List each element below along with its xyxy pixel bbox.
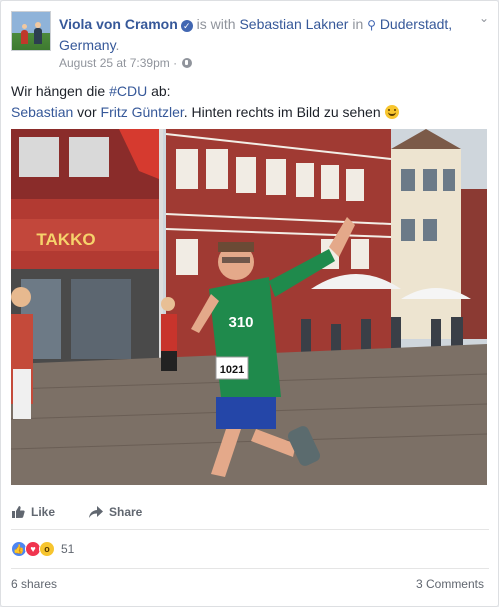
thumbs-up-icon [12, 506, 25, 518]
divider [11, 568, 489, 569]
in-text: in [352, 16, 364, 32]
headline-period: . [115, 37, 120, 53]
post-headline: Viola von Cramon ✓ is with Sebastian Lakn… [59, 14, 469, 55]
reactions-summary[interactable]: 👍 ♥ o 51 [11, 539, 74, 559]
like-button[interactable]: Like [11, 505, 55, 519]
text-suffix-2: . Hinten rechts im Bild zu sehen [183, 104, 385, 120]
verified-badge-icon: ✓ [180, 20, 193, 32]
share-arrow-icon [89, 506, 103, 518]
mention-link-2[interactable]: Fritz Güntzler [101, 104, 184, 120]
post-header: Viola von Cramon ✓ is with Sebastian Lakn… [11, 11, 489, 71]
comments-count-link[interactable]: 3 Comments [416, 577, 484, 591]
shop-sign: TAKKO [36, 230, 95, 249]
wow-reaction-icon: o [39, 541, 55, 557]
is-with-text: is with [196, 16, 236, 32]
post-text: Wir hängen die #CDU ab: Sebastian vor Fr… [11, 81, 489, 123]
post-card: Viola von Cramon ✓ is with Sebastian Lakn… [0, 0, 499, 607]
tagged-person-link[interactable]: Sebastian Lakner [239, 16, 348, 32]
mention-link-1[interactable]: Sebastian [11, 104, 73, 120]
smiley-emoji-icon [384, 105, 399, 119]
share-button[interactable]: Share [89, 505, 142, 519]
divider [11, 529, 489, 530]
post-text-line-1: Wir hängen die #CDU ab: [11, 81, 489, 102]
post-photo[interactable]: 1021 310 TAKKO [11, 129, 487, 485]
text-suffix-1: ab: [147, 83, 171, 99]
text-vor: vor [73, 104, 101, 120]
location-pin-icon: ⚲ [367, 18, 376, 32]
like-label: Like [31, 505, 56, 519]
author-avatar[interactable] [11, 11, 51, 51]
bib-number: 1021 [220, 364, 244, 376]
post-timestamp[interactable]: August 25 at 7:39pm [59, 56, 170, 70]
chevron-down-icon[interactable]: ⌄ [479, 11, 489, 25]
post-actions: Like Share [11, 501, 489, 525]
shares-count-link[interactable]: 6 shares [11, 577, 57, 591]
post-meta: August 25 at 7:39pm · [59, 55, 193, 71]
hashtag-link[interactable]: #CDU [109, 83, 147, 99]
post-text-line-2: Sebastian vor Fritz Güntzler. Hinten rec… [11, 102, 489, 123]
share-label: Share [109, 505, 143, 519]
shirt-text: 310 [228, 314, 253, 331]
author-name[interactable]: Viola von Cramon [59, 16, 178, 32]
reaction-count: 51 [61, 542, 75, 556]
text-prefix: Wir hängen die [11, 83, 110, 99]
meta-separator: · [173, 56, 178, 70]
privacy-globe-icon[interactable] [182, 58, 193, 68]
